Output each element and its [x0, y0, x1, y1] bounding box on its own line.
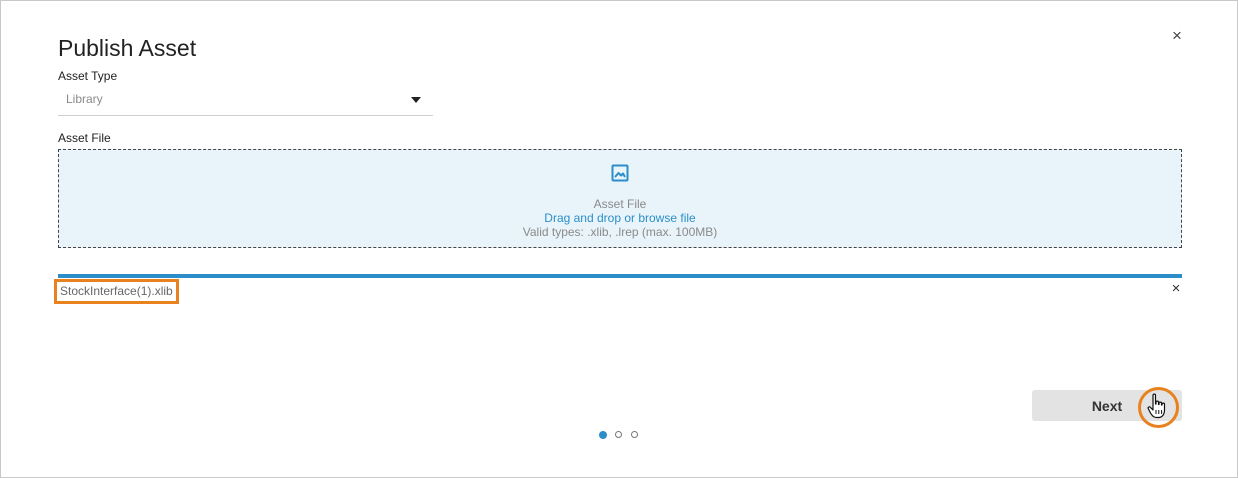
next-button[interactable]: Next: [1032, 390, 1182, 421]
image-icon: [611, 164, 629, 182]
asset-file-label: Asset File: [58, 131, 111, 145]
browse-file-link[interactable]: Drag and drop or browse file: [59, 211, 1181, 225]
publish-asset-dialog: Publish Asset × Asset Type Library Asset…: [0, 0, 1238, 478]
step-dot-2[interactable]: [615, 431, 622, 438]
valid-types-hint: Valid types: .xlib, .lrep (max. 100MB): [522, 225, 718, 239]
asset-type-select[interactable]: Library: [58, 88, 433, 116]
remove-file-icon[interactable]: ×: [1169, 281, 1183, 296]
step-dot-1[interactable]: [599, 431, 607, 439]
file-dropzone[interactable]: Asset File Drag and drop or browse file …: [58, 149, 1182, 248]
uploaded-file-name: StockInterface(1).xlib: [54, 279, 179, 304]
dropzone-title: Asset File: [593, 197, 647, 211]
asset-type-label: Asset Type: [58, 69, 118, 83]
dialog-title: Publish Asset: [58, 35, 197, 61]
step-dot-3[interactable]: [631, 431, 638, 438]
caret-down-icon: [411, 97, 421, 103]
asset-type-value: Library: [66, 92, 103, 106]
close-icon[interactable]: ×: [1169, 27, 1185, 44]
upload-progress-bar: [58, 274, 1182, 278]
